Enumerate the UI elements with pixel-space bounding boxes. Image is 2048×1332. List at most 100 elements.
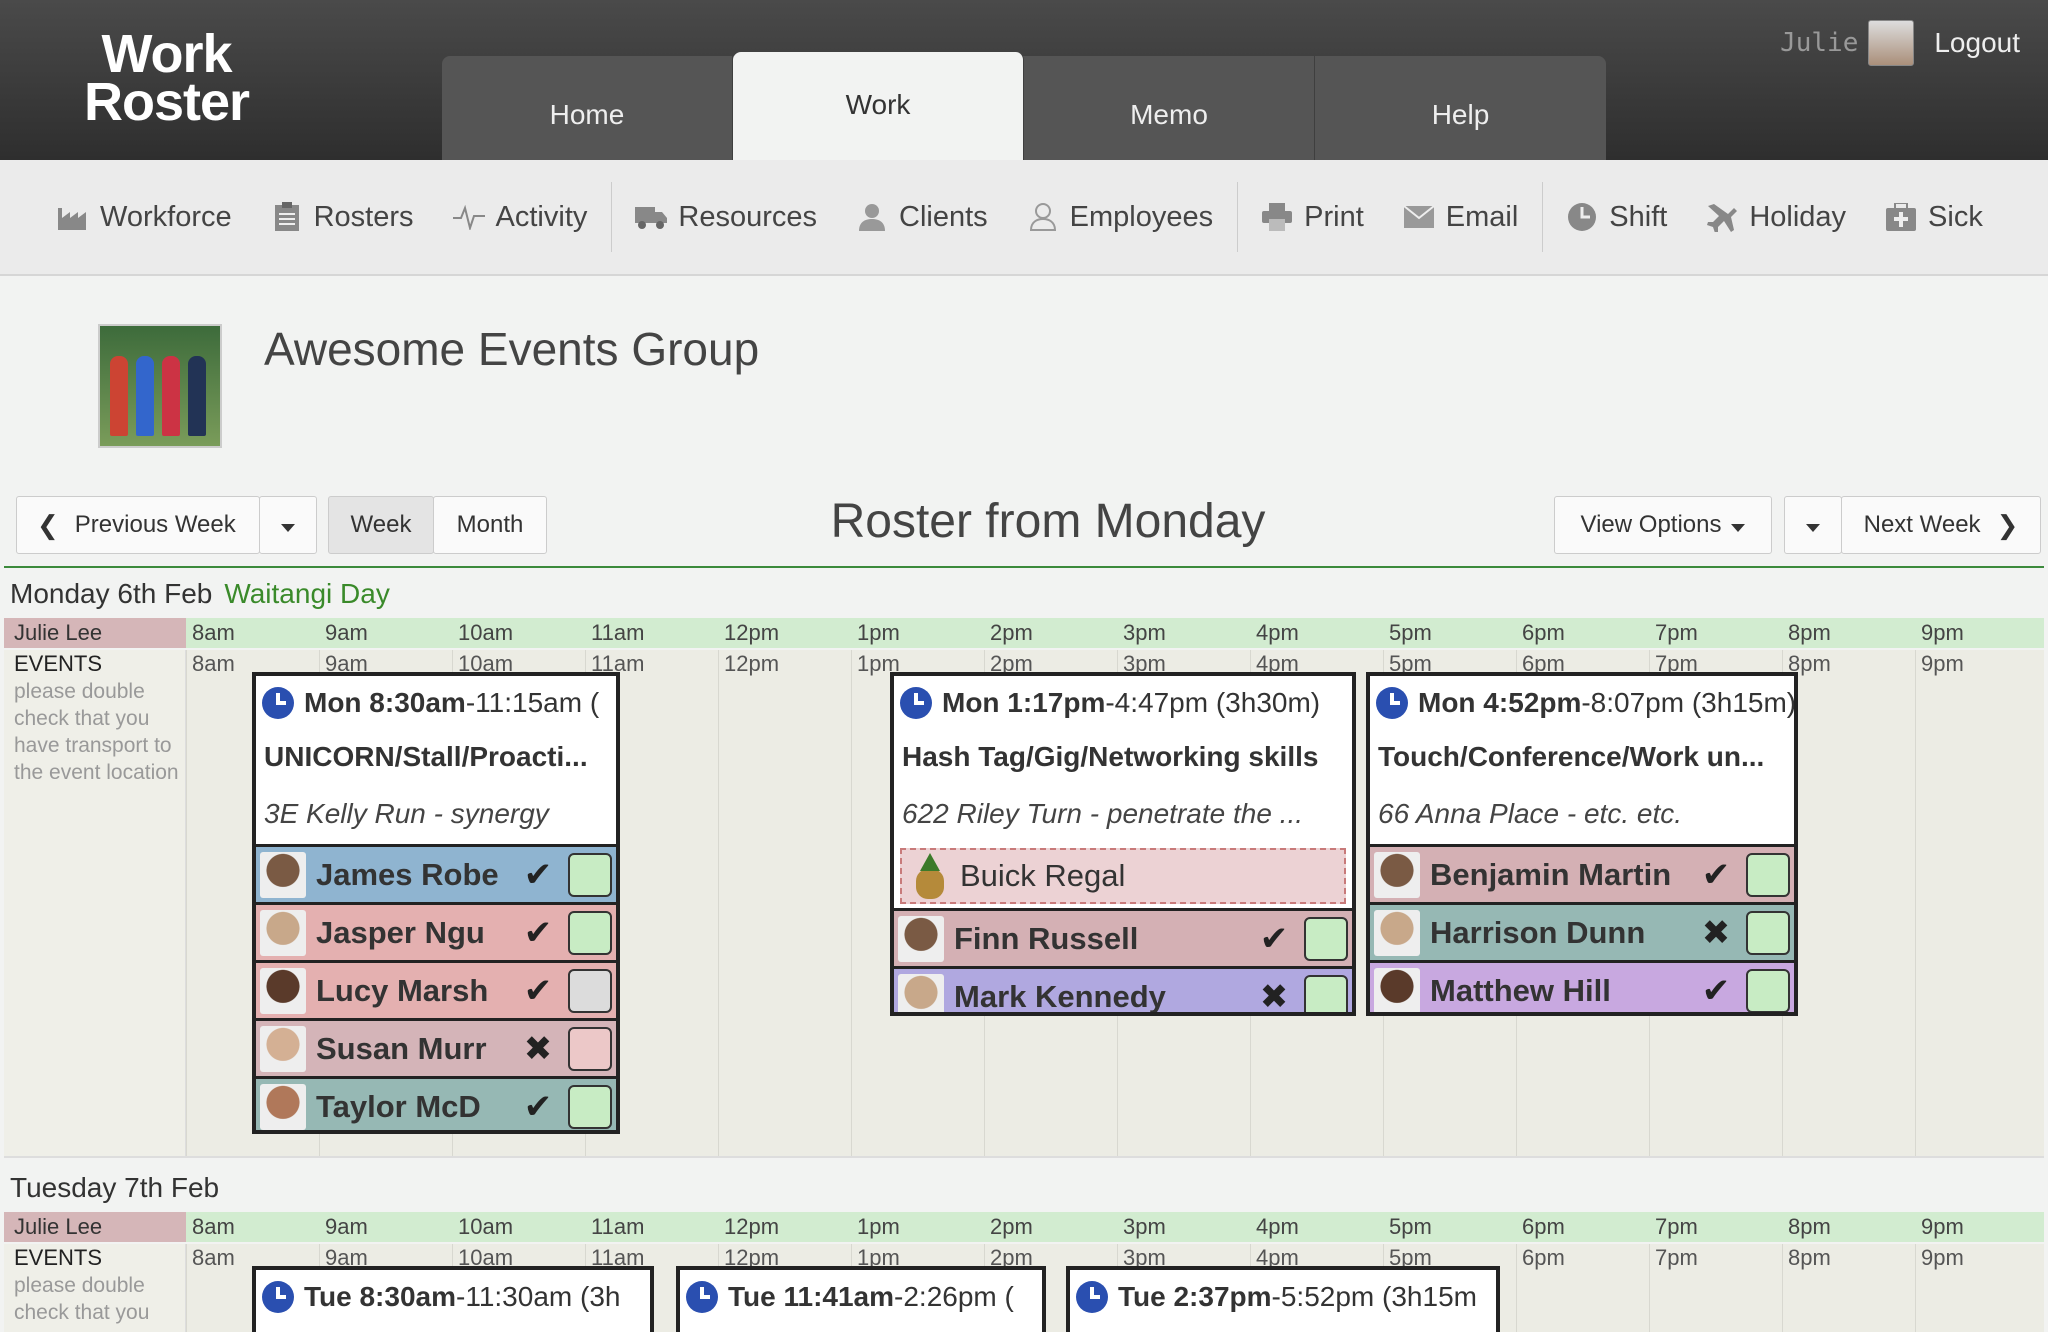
clock-icon [686,1281,718,1313]
confirm-checkbox[interactable] [568,910,612,955]
staff-name: James Robe [316,856,499,892]
hour-label: 11am [591,1214,645,1239]
day-grid-tuesday: Julie Lee 8am 9am 10am 11am 12pm 1pm 2pm 3pm 4pm… [4,1212,2044,1332]
employees-button[interactable]: Employees [1026,201,1213,234]
confirm-checkbox[interactable] [1304,974,1348,1012]
staff-avatar [260,1083,306,1130]
confirm-checkbox[interactable] [1746,852,1790,897]
hour-label: 10am [458,620,514,645]
confirm-checkbox[interactable] [1304,916,1348,961]
confirm-checkbox[interactable] [568,1026,612,1071]
hour-label: 3pm [1123,620,1166,645]
resources-button[interactable]: Resources [634,201,817,234]
shift-card[interactable]: Mon 8:30am -11:15am (UNICORN/Stall/Proact… [252,672,620,1134]
app-header: Work Roster Home Work Memo Help Julie Lo… [0,0,2048,160]
hour-label: 4pm [1256,620,1299,645]
print-button[interactable]: Print [1260,201,1364,234]
shift-start: Mon 4:52pm [1418,687,1582,718]
rosters-button[interactable]: Rosters [270,201,414,234]
check-icon: ✔ [523,971,553,1010]
roster-title: Roster from Monday [830,495,1266,548]
tab-memo[interactable]: Memo [1024,56,1315,160]
staff-row[interactable]: James Robe ✔ [256,844,616,902]
shift-time: Tue 2:37pm -5:52pm (3h15m [1070,1270,1496,1324]
staff-name: Taylor McD [316,1088,481,1124]
holiday-button[interactable]: Holiday [1705,201,1846,234]
hour-label: 12pm [724,1214,780,1239]
next-week-button[interactable]: Next Week ❯ [1841,496,2041,554]
hour-label: 9pm [1921,1245,1964,1270]
clients-button[interactable]: Clients [855,201,988,234]
shift-card[interactable]: Tue 11:41am -2:26pm ( [676,1266,1046,1332]
vehicle-row[interactable]: Buick Regal [900,848,1346,904]
logout-link[interactable]: Logout [1934,27,2020,59]
cross-icon: ✖ [523,1029,553,1068]
hour-label: 7pm [1655,1245,1698,1270]
confirm-checkbox[interactable] [568,852,612,897]
user-name: Julie [1780,28,1859,58]
previous-week-dropdown[interactable] [259,496,317,554]
previous-week-button[interactable]: ❮ Previous Week [16,496,260,554]
hour-label: 8am [192,620,235,645]
main-tabs: Home Work Memo Help [442,52,1606,160]
user-avatar[interactable] [1868,20,1915,66]
hour-gridline [851,650,852,1158]
confirm-checkbox[interactable] [568,968,612,1013]
hour-label: 6pm [1522,620,1565,645]
manager-name: Julie Lee [4,1212,186,1242]
confirm-checkbox[interactable] [1746,968,1790,1012]
printer-icon [1260,202,1294,232]
org-name: Awesome Events Group [264,323,760,375]
shift-card[interactable]: Tue 8:30am -11:30am (3h [252,1266,654,1332]
app-logo[interactable]: Work Roster [84,27,250,129]
staff-row[interactable]: Matthew Hill ✔ [1370,960,1794,1012]
shift-card[interactable]: Tue 2:37pm -5:52pm (3h15m [1066,1266,1500,1332]
shift-button[interactable]: Shift [1565,201,1667,234]
next-week-dropdown[interactable] [1784,496,1842,554]
email-button[interactable]: Email [1402,201,1518,234]
check-icon: ✔ [1701,971,1731,1010]
month-view-button[interactable]: Month [433,496,547,554]
caret-down-icon [1731,511,1746,539]
staff-row[interactable]: Harrison Dunn ✖ [1370,902,1794,960]
hour-label: 1pm [857,1214,900,1239]
confirm-checkbox[interactable] [568,1084,612,1129]
toolbar-divider [1542,182,1544,252]
hour-label: 8am [192,651,235,676]
shift-card[interactable]: Mon 4:52pm -8:07pm (3h15m) Touch/Conferenc… [1366,672,1798,1016]
shift-title: Touch/Conference/Work un... [1378,741,1765,772]
activity-button[interactable]: Activity [452,201,587,234]
week-view-button[interactable]: Week [328,496,434,554]
confirm-checkbox[interactable] [1746,910,1790,955]
hour-label: 9am [325,620,368,645]
staff-row[interactable]: Mark Kennedy ✖ [894,966,1352,1012]
tab-work[interactable]: Work [733,52,1024,160]
group-column: EVENTS please double check that you [4,1244,186,1332]
shift-start: Mon 8:30am [304,687,466,718]
tab-help[interactable]: Help [1315,56,1606,160]
shift-end: -11:30am (3h [456,1281,621,1312]
user-area: Julie Logout [1780,20,2020,66]
shift-location: 3E Kelly Run - synergy [264,798,549,829]
sick-button[interactable]: Sick [1884,201,1983,234]
shift-start: Tue 8:30am [304,1281,456,1312]
staff-row[interactable]: Lucy Marsh ✔ [256,960,616,1018]
staff-row[interactable]: Susan Murr ✖ [256,1018,616,1076]
workforce-button[interactable]: Workforce [56,201,232,234]
day-grid-monday: Julie Lee 8am 9am 10am 11am 12pm 1pm 2pm 3pm 4pm… [4,618,2044,1158]
shift-card[interactable]: Mon 1:17pm -4:47pm (3h30m) Hash Tag/Gig/Ne… [890,672,1356,1016]
toolbar: Workforce Rosters Activity Resources Cli… [0,160,2048,276]
hour-label: 8am [192,1214,235,1239]
clock-icon [262,687,294,719]
staff-row[interactable]: Finn Russell ✔ [894,908,1352,966]
staff-row[interactable]: Benjamin Martin ✔ [1370,844,1794,902]
shift-time: Tue 11:41am -2:26pm ( [680,1270,1042,1324]
shift-end: -5:52pm (3h15m [1271,1281,1477,1312]
staff-row[interactable]: Taylor McD ✔ [256,1076,616,1130]
staff-avatar [260,967,306,1014]
staff-row[interactable]: Jasper Ngu ✔ [256,902,616,960]
view-options-button[interactable]: View Options [1554,496,1772,554]
tab-home[interactable]: Home [442,56,733,160]
hour-label: 8am [192,1245,235,1270]
clock-icon [1076,1281,1108,1313]
